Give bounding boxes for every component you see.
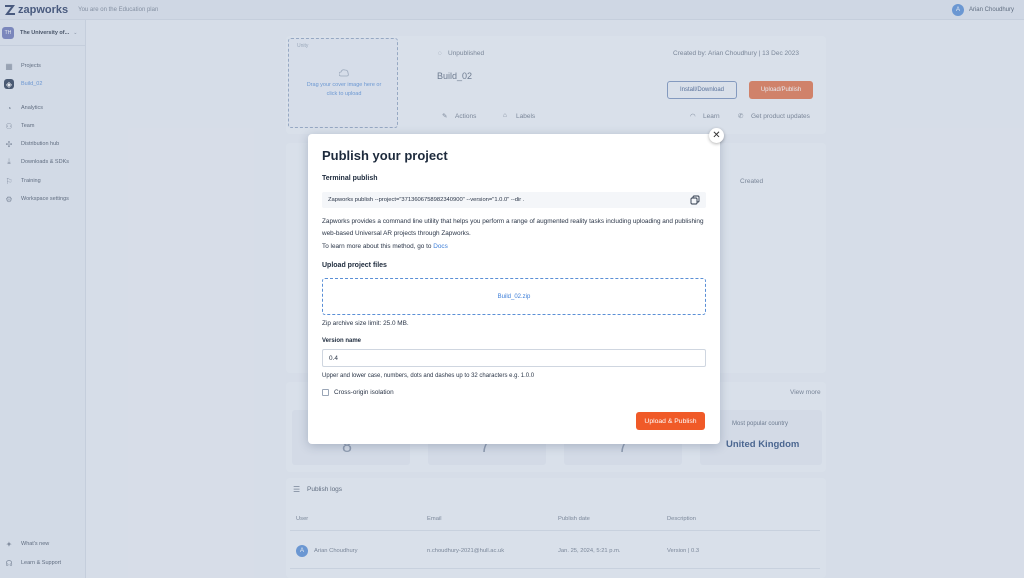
uploaded-file-name: Build_02.zip (497, 293, 531, 300)
learn-more-text: To learn more about this method, go to D… (322, 241, 712, 253)
command-box: Zapworks publish --project="371360675898… (322, 192, 706, 208)
upload-files-heading: Upload project files (322, 262, 387, 269)
cli-description: Zapworks provides a command line utility… (322, 218, 704, 237)
cross-origin-checkbox[interactable] (322, 389, 329, 396)
version-name-input[interactable]: 0.4 (322, 349, 706, 367)
file-dropzone[interactable]: Build_02.zip (322, 278, 706, 315)
version-name-label: Version name (322, 338, 362, 344)
docs-link[interactable]: Docs (433, 243, 448, 250)
close-icon[interactable]: ✕ (709, 128, 724, 143)
command-text: Zapworks publish --project="371360675898… (328, 197, 525, 203)
cross-origin-label: Cross-origin isolation (334, 389, 394, 396)
size-limit-text: Zip archive size limit: 25.0 MB. (322, 320, 409, 327)
upload-and-publish-button[interactable]: Upload & Publish (636, 412, 705, 430)
publish-modal: Publish your project Terminal publish Za… (308, 134, 720, 444)
copy-icon[interactable] (690, 195, 700, 205)
modal-title: Publish your project (322, 148, 448, 163)
learn-more-prefix: To learn more about this method, go to (322, 243, 432, 250)
version-hint: Upper and lower case, numbers, dots and … (322, 373, 535, 379)
terminal-publish-heading: Terminal publish (322, 175, 378, 182)
cross-origin-row[interactable]: Cross-origin isolation (322, 389, 394, 396)
version-name-value: 0.4 (329, 354, 338, 362)
